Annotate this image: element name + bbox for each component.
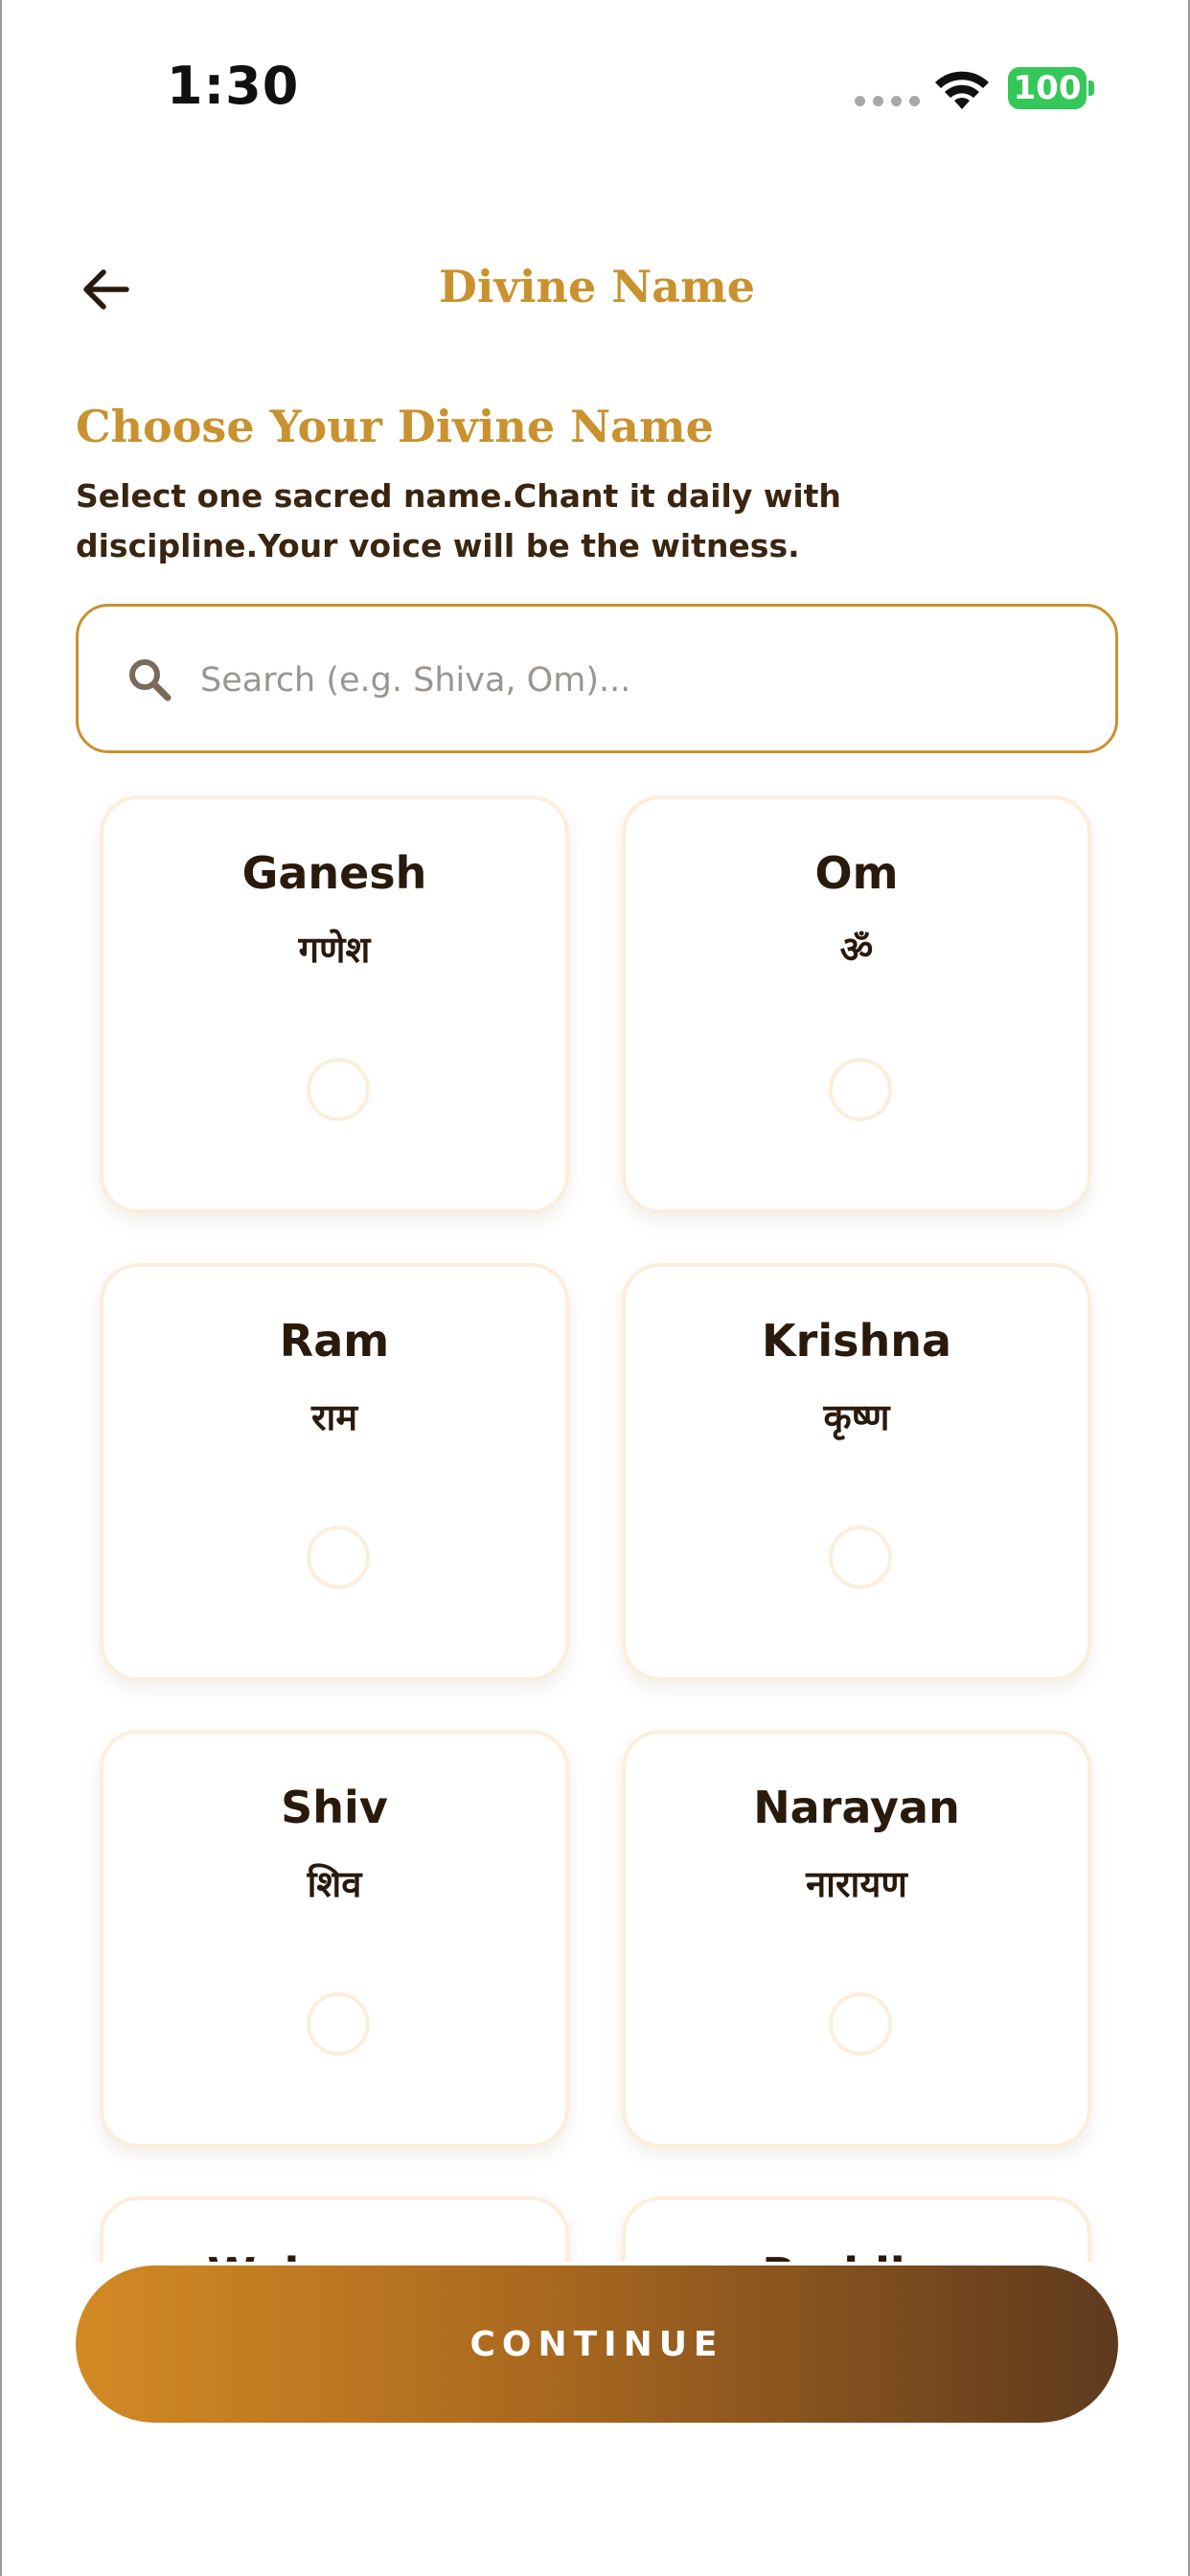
continue-button[interactable]: CONTINUE: [76, 2266, 1118, 2423]
radio-button[interactable]: [307, 1992, 370, 2056]
name-card-ganesh[interactable]: Ganesh गणेश: [100, 795, 569, 1213]
cellular-signal-icon: [855, 96, 920, 106]
name-card-buddha[interactable]: Buddha: [622, 2196, 1091, 2262]
card-name: Waheguru: [103, 2248, 565, 2262]
card-name: Narayan: [753, 1782, 960, 1833]
page-title: Divine Name: [438, 261, 756, 312]
card-name: Krishna: [761, 1315, 951, 1367]
radio-button[interactable]: [829, 1058, 892, 1121]
radio-button[interactable]: [307, 1526, 370, 1589]
search-icon: [129, 659, 172, 702]
card-native-name: राम: [310, 1396, 358, 1438]
card-name: Ram: [279, 1315, 390, 1367]
search-input[interactable]: [198, 641, 1064, 720]
screen: 1:30 100 Divine Name Choose Your Divine …: [0, 0, 1190, 2576]
search-box[interactable]: [76, 604, 1118, 753]
card-native-name: शिव: [307, 1863, 362, 1905]
battery-indicator: 100: [1008, 67, 1087, 109]
battery-tip: [1088, 80, 1094, 96]
name-card-ram[interactable]: Ram राम: [100, 1263, 569, 1681]
card-native-name: गणेश: [298, 929, 371, 971]
name-card-om[interactable]: Om ॐ: [622, 795, 1091, 1213]
name-card-krishna[interactable]: Krishna कृष्ण: [622, 1263, 1091, 1681]
section-description: Select one sacred name.Chant it daily wi…: [76, 477, 841, 564]
names-grid: Ganesh गणेश Om ॐ Ram राम Krishna कृष्ण S…: [2, 767, 1188, 2262]
wifi-icon: [935, 71, 989, 109]
name-card-waheguru[interactable]: Waheguru: [100, 2196, 569, 2262]
card-name: Om: [814, 847, 899, 899]
section-heading: Choose Your Divine Name: [76, 401, 714, 452]
card-name: Ganesh: [241, 847, 427, 899]
card-name: Buddha: [626, 2248, 1087, 2262]
name-card-narayan[interactable]: Narayan नारायण: [622, 1730, 1091, 2148]
card-native-name: कृष्ण: [823, 1396, 890, 1438]
status-time: 1:30: [167, 56, 300, 116]
card-native-name: नारायण: [806, 1863, 907, 1905]
name-card-shiv[interactable]: Shiv शिव: [100, 1730, 569, 2148]
card-native-name: ॐ: [839, 929, 874, 971]
radio-button[interactable]: [829, 1526, 892, 1589]
card-name: Shiv: [281, 1782, 388, 1833]
radio-button[interactable]: [307, 1058, 370, 1121]
radio-button[interactable]: [829, 1992, 892, 2056]
